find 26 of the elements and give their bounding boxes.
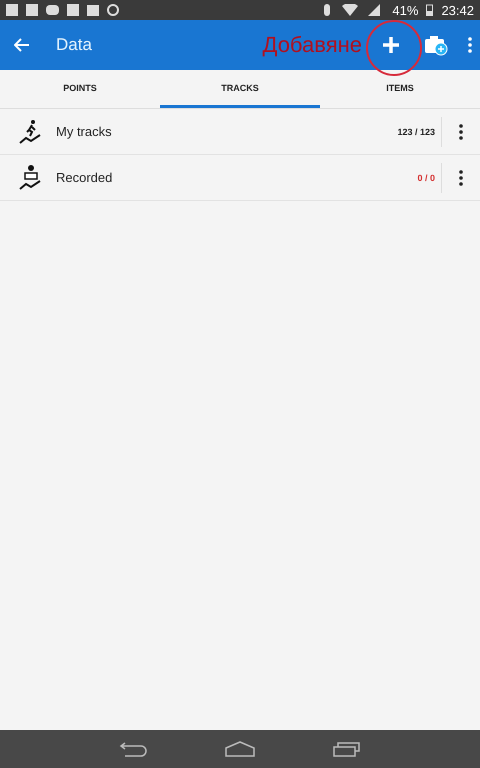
folder-name: Recorded — [56, 170, 114, 185]
camera-add-button[interactable] — [424, 34, 448, 56]
home-nav-icon[interactable] — [225, 741, 255, 757]
tab[interactable]: ITEMS — [320, 70, 480, 108]
tab[interactable]: POINTS — [0, 70, 160, 108]
track-row[interactable]: Recorded 0 / 0 — [0, 155, 480, 201]
overflow-menu-button[interactable] — [468, 37, 472, 53]
more-icon — [459, 124, 463, 140]
back-nav-icon[interactable] — [119, 741, 147, 757]
tab[interactable]: TRACKS — [160, 70, 320, 108]
track-count: 0 / 0 — [417, 172, 436, 182]
battery-level: 41% — [392, 2, 418, 18]
battery-icon — [426, 4, 434, 16]
add-button[interactable] — [380, 34, 402, 56]
record-track-icon — [18, 164, 42, 190]
annotation-label: Добавяне — [262, 32, 362, 58]
screen-title: Data — [56, 35, 92, 55]
recents-nav-icon[interactable] — [333, 741, 361, 757]
back-button[interactable] — [14, 38, 30, 52]
track-count: 123 / 123 — [397, 126, 436, 136]
hiker-track-icon — [18, 118, 42, 144]
more-icon — [468, 37, 472, 53]
track-row[interactable]: My tracks 123 / 123 — [0, 109, 480, 155]
folder-name: My tracks — [56, 124, 113, 139]
clock: 23:42 — [441, 2, 474, 18]
more-icon — [459, 170, 463, 186]
